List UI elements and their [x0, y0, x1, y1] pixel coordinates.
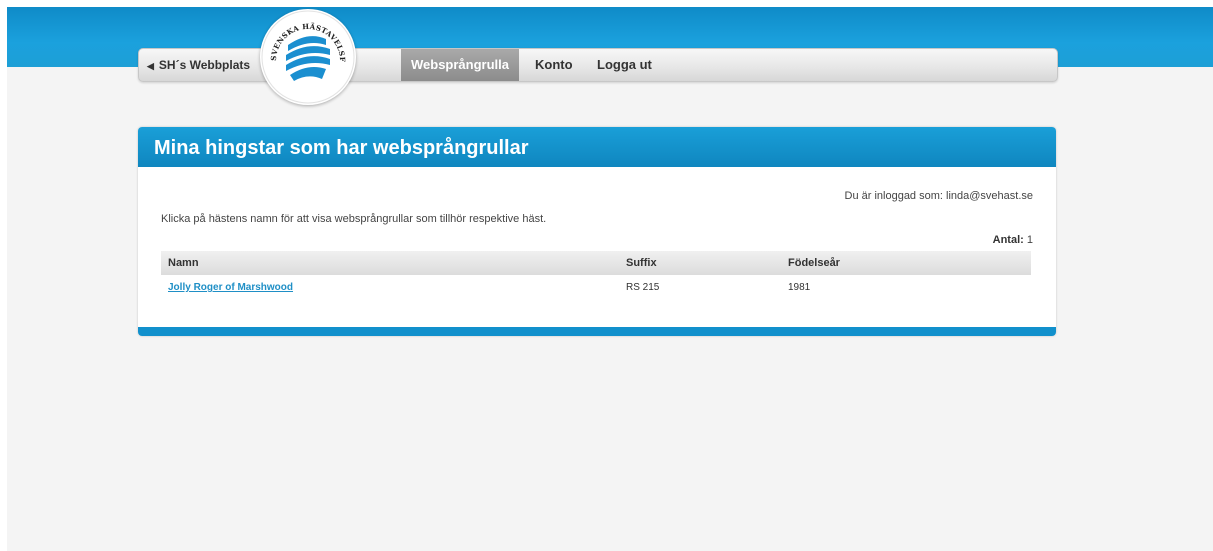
- logged-in-info: Du är inloggad som: linda@svehast.se: [844, 190, 1034, 202]
- intro-text: Klicka på hästens namn för att visa webs…: [161, 213, 547, 225]
- nav-tab-websprangrulla[interactable]: Websprångrulla: [401, 49, 520, 81]
- caret-left-icon: ◀: [147, 61, 154, 71]
- nav-tab-logga-ut[interactable]: Logga ut: [597, 49, 652, 81]
- back-link-label: SH´s Webbplats: [158, 58, 251, 72]
- page: ◀ SH´s Webbplats Websprångrulla Konto Log…: [7, 7, 1213, 551]
- column-header-birth-year[interactable]: Födelseår: [788, 251, 840, 275]
- result-count: Antal: 1: [993, 234, 1033, 246]
- horse-name-cell: Jolly Roger of Marshwood: [168, 282, 293, 293]
- column-header-suffix[interactable]: Suffix: [626, 251, 657, 275]
- page-title: Mina hingstar som har websprångrullar: [154, 137, 529, 159]
- table-header: Namn Suffix Födelseår: [161, 251, 1031, 275]
- back-to-website-link[interactable]: ◀ SH´s Webbplats: [147, 49, 250, 81]
- nav-tab-konto[interactable]: Konto: [535, 49, 573, 81]
- logo-emblem-icon: SVENSKA HÄSTAVELSFÖRBUNDET: [260, 9, 355, 104]
- column-header-name[interactable]: Namn: [168, 251, 199, 275]
- count-label: Antal:: [992, 234, 1024, 246]
- panel-footer: [138, 327, 1056, 336]
- association-logo[interactable]: SVENSKA HÄSTAVELSFÖRBUNDET: [260, 9, 356, 105]
- horse-name-link[interactable]: Jolly Roger of Marshwood: [168, 282, 293, 293]
- panel-header: Mina hingstar som har websprångrullar: [138, 127, 1056, 167]
- suffix-cell: RS 215: [626, 282, 660, 293]
- birth-year-cell: 1981: [788, 282, 811, 293]
- count-value: 1: [1026, 234, 1033, 246]
- stallions-panel: Mina hingstar som har websprångrullar Du…: [138, 127, 1056, 336]
